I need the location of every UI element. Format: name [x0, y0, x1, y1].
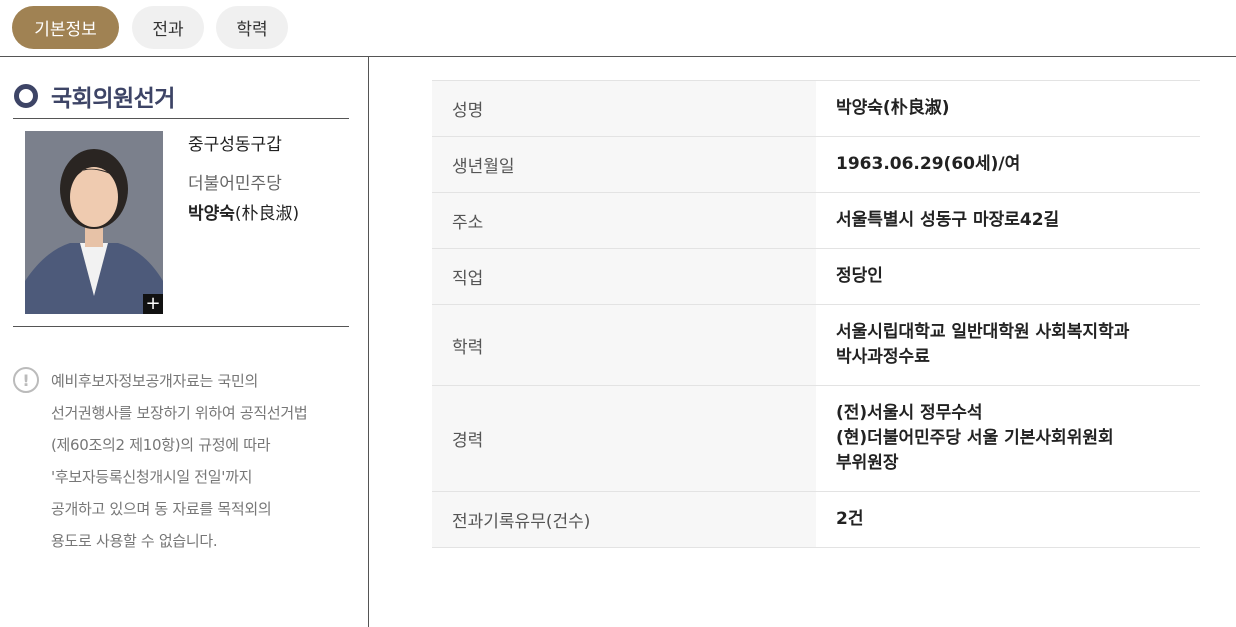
- table-row: 학력 서울시립대학교 일반대학원 사회복지학과 박사과정수료: [432, 304, 1200, 386]
- value-line: (현)더불어민주당 서울 기본사회위원회: [836, 428, 1114, 448]
- row-label-education: 학력: [432, 304, 816, 386]
- row-label-birthdate: 생년월일: [432, 136, 816, 193]
- value-line: 박양숙(朴良淑): [836, 98, 950, 118]
- row-label-name: 성명: [432, 80, 816, 137]
- candidate-party: 더불어민주당: [188, 174, 282, 194]
- row-value-education: 서울시립대학교 일반대학원 사회복지학과 박사과정수료: [816, 304, 1200, 386]
- photo-expand-button[interactable]: +: [143, 294, 163, 314]
- section-divider-top: [13, 118, 349, 119]
- exclamation-icon: !: [13, 367, 39, 393]
- candidate-name: 박양숙(朴良淑): [188, 199, 299, 224]
- value-line: (전)서울시 정무수석: [836, 403, 983, 423]
- value-line: 서울특별시 성동구 마장로42길: [836, 210, 1060, 230]
- row-value-birthdate: 1963.06.29(60세)/여: [816, 136, 1200, 193]
- table-row: 전과기록유무(건수) 2건: [432, 491, 1200, 548]
- notice-line: 공개하고 있으며 동 자료를 목적외의: [51, 500, 272, 518]
- table-row: 주소 서울특별시 성동구 마장로42길: [432, 192, 1200, 249]
- value-line: 박사과정수료: [836, 347, 930, 367]
- vertical-divider: [368, 56, 369, 627]
- tab-education[interactable]: 학력: [216, 6, 288, 49]
- tab-basic-info[interactable]: 기본정보: [12, 6, 119, 49]
- candidate-info: 중구성동구갑 더불어민주당 박양숙(朴良淑): [188, 130, 299, 224]
- row-value-occupation: 정당인: [816, 248, 1200, 305]
- candidate-name-hanja: (朴良淑): [234, 204, 300, 224]
- row-label-criminal-record: 전과기록유무(건수): [432, 491, 816, 548]
- tab-criminal-record[interactable]: 전과: [132, 6, 204, 49]
- notice-text: 예비후보자정보공개자료는 국민의 선거권행사를 보장하기 위하여 공직선거법 (…: [51, 367, 361, 559]
- candidate-photo[interactable]: +: [25, 131, 163, 314]
- row-label-career: 경력: [432, 385, 816, 492]
- notice-line: (제60조의2 제10항)의 규정에 따라: [51, 436, 271, 454]
- section-divider-bottom: [13, 326, 349, 327]
- ring-bullet-icon: [14, 84, 38, 108]
- row-value-career: (전)서울시 정무수석 (현)더불어민주당 서울 기본사회위원회 부위원장: [816, 385, 1200, 492]
- tab-bar: 기본정보 전과 학력: [0, 0, 1236, 57]
- notice-line: '후보자등록신청개시일 전일'까지: [51, 468, 253, 486]
- value-line: 정당인: [836, 266, 883, 286]
- notice-line: 용도로 사용할 수 없습니다.: [51, 532, 218, 550]
- row-value-criminal-record: 2건: [816, 491, 1200, 548]
- value-line: 1963.06.29(60세)/여: [836, 154, 1021, 174]
- notice-line: 선거권행사를 보장하기 위하여 공직선거법: [51, 404, 308, 422]
- notice-line: 예비후보자정보공개자료는 국민의: [51, 372, 258, 390]
- row-label-address: 주소: [432, 192, 816, 249]
- candidate-name-korean: 박양숙: [188, 204, 235, 224]
- candidate-portrait-icon: [25, 131, 163, 314]
- row-label-occupation: 직업: [432, 248, 816, 305]
- value-line: 서울시립대학교 일반대학원 사회복지학과: [836, 322, 1130, 342]
- candidate-district: 중구성동구갑: [188, 135, 282, 155]
- table-row: 성명 박양숙(朴良淑): [432, 80, 1200, 137]
- row-value-address: 서울특별시 성동구 마장로42길: [816, 192, 1200, 249]
- row-value-name: 박양숙(朴良淑): [816, 80, 1200, 137]
- value-line: 부위원장: [836, 453, 899, 473]
- value-line: 2건: [836, 509, 864, 529]
- section-title: 국회의원선거: [51, 86, 175, 112]
- table-row: 경력 (전)서울시 정무수석 (현)더불어민주당 서울 기본사회위원회 부위원장: [432, 385, 1200, 492]
- section-header: 국회의원선거: [14, 79, 175, 113]
- table-row: 생년월일 1963.06.29(60세)/여: [432, 136, 1200, 193]
- table-row: 직업 정당인: [432, 248, 1200, 305]
- candidate-details-table: 성명 박양숙(朴良淑) 생년월일 1963.06.29(60세)/여 주소 서울…: [432, 80, 1200, 548]
